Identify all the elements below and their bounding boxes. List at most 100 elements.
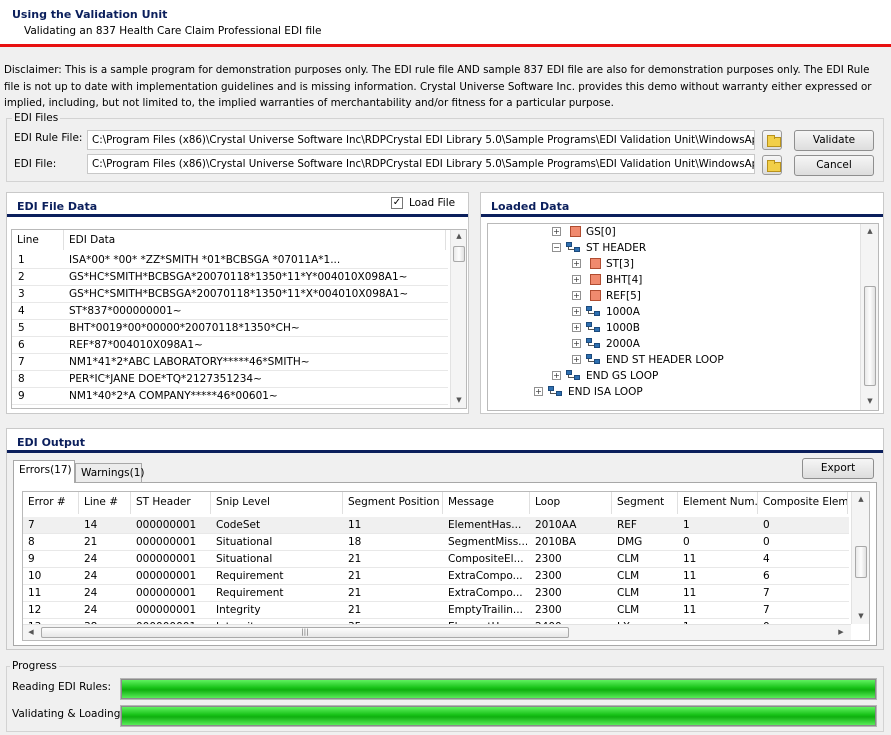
expand-icon[interactable]: + [572, 291, 581, 300]
export-button[interactable]: Export [802, 458, 874, 479]
errors-table-cell: 21 [348, 587, 362, 599]
cancel-button[interactable]: Cancel [794, 155, 874, 176]
errors-scroll-right-arrow-icon[interactable]: ▶ [835, 628, 847, 636]
expand-icon[interactable]: + [534, 387, 543, 396]
expand-icon[interactable]: + [572, 275, 581, 284]
errors-table-cell: 7 [763, 604, 770, 616]
errors-table-cell: 10 [28, 570, 42, 582]
errors-table-cell: CodeSet [216, 519, 261, 531]
errors-table-row[interactable]: 12 24 000000001 Integrity 21 EmptyTrailin... 2… [23, 602, 849, 619]
tree-node[interactable]: − ST HEADER [552, 240, 812, 256]
collapse-icon[interactable]: − [552, 243, 561, 252]
errors-table[interactable]: Error # Line # ST Header Snip Level Segment … [22, 491, 870, 641]
tab-warnings[interactable]: Warnings(1) [75, 463, 145, 483]
scroll-thumb[interactable] [453, 246, 465, 262]
errors-horizontal-thumb[interactable]: ||| [41, 627, 569, 638]
expand-icon[interactable]: + [572, 307, 581, 316]
edi-data-line-number: 1 [18, 254, 25, 266]
errors-table-cell: 000000001 [136, 519, 197, 531]
errors-table-cell: 24 [84, 570, 98, 582]
errors-column-header[interactable]: Error # [23, 492, 79, 514]
expand-icon[interactable]: + [572, 355, 581, 364]
errors-column-header[interactable]: Snip Level [211, 492, 343, 514]
edi-data-vertical-scrollbar[interactable]: ▲ ▼ [450, 230, 466, 408]
errors-table-row[interactable]: 7 14 000000001 CodeSet 11 ElementHas... 2010AA… [23, 517, 849, 534]
load-file-checkbox[interactable]: ✓ [391, 197, 403, 209]
edi-file-data-title: EDI File Data [17, 200, 98, 213]
edi-data-row[interactable]: 4 ST*837*000000001~ [12, 303, 448, 320]
edi-file-input[interactable]: C:\Program Files (x86)\Crystal Universe … [87, 154, 755, 174]
expand-icon[interactable]: + [552, 227, 561, 236]
errors-scroll-left-arrow-icon[interactable]: ◀ [25, 628, 37, 636]
scroll-down-arrow-icon[interactable]: ▼ [451, 396, 466, 404]
loop-icon [566, 242, 581, 254]
edi-data-row[interactable]: 1 ISA*00* *00* *ZZ*SMITH *01*BCBSGA *0701… [12, 252, 448, 269]
errors-vertical-scrollbar[interactable]: ▲ ▼ [851, 492, 869, 624]
tree-node[interactable]: +1000B [572, 320, 832, 336]
loop-icon [566, 370, 581, 382]
edi-data-line-number: 9 [18, 390, 25, 402]
scroll-up-arrow-icon[interactable]: ▲ [451, 232, 466, 240]
errors-table-cell: 2300 [535, 553, 562, 565]
errors-table-row[interactable]: 11 24 000000001 Requirement 21 ExtraCompo... 2… [23, 585, 849, 602]
edi-data-text: ISA*00* *00* *ZZ*SMITH *01*BCBSGA *07011… [69, 254, 341, 266]
edi-files-group-label: EDI Files [12, 112, 61, 124]
errors-column-header[interactable]: Element Num. [678, 492, 758, 514]
edi-data-row[interactable]: 2 GS*HC*SMITH*BCBSGA*20070118*1350*11*Y*0… [12, 269, 448, 286]
errors-column-header[interactable]: Segment [612, 492, 678, 514]
edi-file-data-panel: EDI File Data ✓ Load File Line EDI Data … [6, 192, 469, 414]
errors-table-cell: REF [617, 519, 637, 531]
tree-scroll-up-arrow-icon[interactable]: ▲ [861, 227, 878, 235]
edi-data-row[interactable]: 9 NM1*40*2*A COMPANY*****46*00601~ [12, 388, 448, 405]
validating-loading-label: Validating & Loading: [12, 708, 124, 720]
tree-node[interactable]: + REF[5] [572, 288, 832, 304]
errors-column-header[interactable]: Composite Elem. [758, 492, 848, 514]
edi-data-row[interactable]: 6 REF*87*004010X098A1~ [12, 337, 448, 354]
tree-node[interactable]: + ST[3] [572, 256, 832, 272]
loop-icon [586, 322, 601, 334]
tree-node[interactable]: + BHT[4] [572, 272, 832, 288]
errors-column-header[interactable]: ST Header [131, 492, 211, 514]
errors-scroll-down-arrow-icon[interactable]: ▼ [852, 612, 869, 620]
edi-data-text: ST*837*000000001~ [69, 305, 182, 317]
expand-icon[interactable]: + [572, 339, 581, 348]
errors-column-header[interactable]: Segment Position [343, 492, 443, 514]
errors-vertical-thumb[interactable] [855, 546, 867, 578]
errors-column-header[interactable]: Loop [530, 492, 612, 514]
browse-rule-file-folder-icon[interactable] [762, 130, 782, 150]
errors-table-cell: 8 [28, 536, 35, 548]
column-header-line[interactable]: Line [12, 230, 64, 250]
tree-node[interactable]: + END ST HEADER LOOP [572, 352, 832, 368]
column-header-edi-data[interactable]: EDI Data [64, 230, 446, 250]
errors-table-row[interactable]: 8 21 000000001 Situational 18 SegmentMiss... 2… [23, 534, 849, 551]
tree-node[interactable]: +1000A [572, 304, 832, 320]
tree-node[interactable]: + END GS LOOP [552, 368, 812, 384]
expand-icon[interactable]: + [572, 259, 581, 268]
validate-button[interactable]: Validate [794, 130, 874, 151]
errors-table-row[interactable]: 10 24 000000001 Requirement 21 ExtraCompo... 2… [23, 568, 849, 585]
tree-vertical-scrollbar[interactable]: ▲ ▼ [860, 224, 878, 410]
tab-errors[interactable]: Errors(17) [13, 460, 75, 483]
loaded-data-tree[interactable]: + GS[0] − ST HEADER + ST[3] + BHT[4] + REF[5] +100… [487, 223, 879, 411]
errors-scroll-up-arrow-icon[interactable]: ▲ [852, 495, 869, 503]
edi-data-row[interactable]: 5 BHT*0019*00*00000*20070118*1350*CH~ [12, 320, 448, 337]
edi-data-list[interactable]: Line EDI Data 1 ISA*00* *00* *ZZ*SMITH *0… [11, 229, 467, 409]
errors-horizontal-scrollbar[interactable]: ◀ ||| ▶ [23, 624, 851, 640]
tree-node[interactable]: + GS[0] [552, 224, 812, 240]
tree-scroll-down-arrow-icon[interactable]: ▼ [861, 397, 878, 405]
tree-node[interactable]: +2000A [572, 336, 832, 352]
edi-data-row[interactable]: 7 NM1*41*2*ABC LABORATORY*****46*SMITH~ [12, 354, 448, 371]
expand-icon[interactable]: + [552, 371, 561, 380]
browse-edi-file-folder-icon[interactable] [762, 155, 782, 175]
expand-icon[interactable]: + [572, 323, 581, 332]
edi-data-row[interactable]: 3 GS*HC*SMITH*BCBSGA*20070118*1350*11*X*0… [12, 286, 448, 303]
reading-edi-rules-progress-fill [121, 679, 876, 699]
errors-column-header[interactable]: Line # [79, 492, 131, 514]
errors-table-cell: 11 [28, 587, 42, 599]
edi-data-row[interactable]: 8 PER*IC*JANE DOE*TQ*2127351234~ [12, 371, 448, 388]
edi-rule-file-input[interactable]: C:\Program Files (x86)\Crystal Universe … [87, 130, 755, 150]
tree-scroll-thumb[interactable] [864, 286, 876, 386]
errors-column-header[interactable]: Message [443, 492, 530, 514]
errors-table-row[interactable]: 9 24 000000001 Situational 21 CompositeEl... 2… [23, 551, 849, 568]
tree-node[interactable]: + END ISA LOOP [534, 384, 794, 400]
